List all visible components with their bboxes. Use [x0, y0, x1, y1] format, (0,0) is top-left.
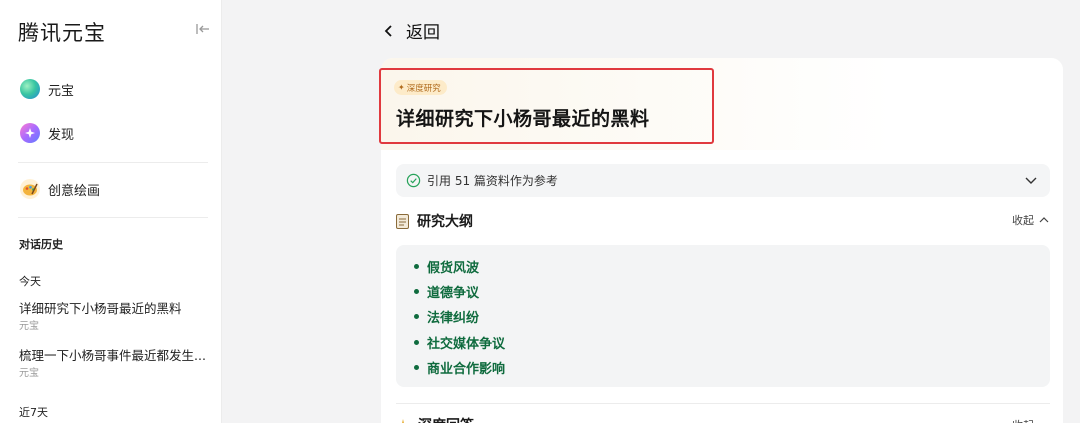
outline-header: 研究大纲: [396, 211, 473, 231]
bullet-dot: [414, 314, 419, 319]
outline-item: 商业合作影响: [414, 358, 505, 377]
nav-item-yuanbao[interactable]: 元宝: [20, 78, 74, 100]
collapse-label: 收起: [1012, 214, 1034, 227]
references-bar[interactable]: 引用 51 篇资料作为参考: [396, 164, 1050, 197]
chevron-up-icon: [1039, 217, 1049, 223]
outline-item: 社交媒体争议: [414, 333, 505, 352]
collapse-answer-button[interactable]: 收起: [1012, 417, 1034, 423]
bullet-dot: [414, 340, 419, 345]
divider: [18, 162, 208, 163]
chevron-down-icon[interactable]: [1024, 174, 1038, 186]
sidebar: 腾讯元宝 元宝 发现 创意绘画 对话历史 今天 详细研究下小杨哥最近的黑料 元宝…: [0, 0, 222, 423]
references-label: 引用 51 篇资料作为参考: [427, 174, 558, 188]
back-button[interactable]: 返回: [384, 18, 440, 43]
highlight-box: [379, 68, 714, 144]
history-item-source: 元宝: [19, 368, 39, 379]
collapse-sidebar-icon[interactable]: [193, 19, 213, 39]
outline-item: 法律纠纷: [414, 307, 479, 326]
divider: [18, 217, 208, 218]
discover-icon: [20, 123, 40, 143]
history-item-title[interactable]: 详细研究下小杨哥最近的黑料: [19, 298, 209, 317]
back-label: 返回: [406, 23, 440, 43]
history-item-source: 元宝: [19, 321, 39, 332]
deep-answer-title: 深度回答: [418, 415, 474, 423]
outline-item: 道德争议: [414, 282, 479, 301]
outline-item-label: 假货风波: [427, 261, 480, 276]
bullet-dot: [414, 365, 419, 370]
outline-item: 假货风波: [414, 257, 479, 276]
collapse-outline-button[interactable]: 收起: [1012, 212, 1049, 228]
outline-item-label: 法律纠纷: [427, 311, 480, 326]
history-header: 对话历史: [19, 238, 63, 251]
outline-item-label: 商业合作影响: [427, 362, 506, 377]
bullet-dot: [414, 264, 419, 269]
nav-label: 发现: [48, 127, 75, 143]
outline-item-label: 社交媒体争议: [427, 337, 506, 352]
paint-palette-icon: [20, 179, 40, 199]
nav-label: 元宝: [48, 83, 75, 99]
nav-label: 创意绘画: [48, 183, 101, 199]
history-item-title[interactable]: 梳理一下小杨哥事件最近都发生...: [19, 345, 209, 364]
nav-item-creative-painting[interactable]: 创意绘画: [20, 178, 100, 200]
deep-answer-header: 深度回答: [396, 415, 474, 423]
nav-item-discover[interactable]: 发现: [20, 122, 74, 144]
yuanbao-logo-icon: [20, 79, 40, 99]
chevron-left-icon: [384, 24, 392, 37]
sparkle-icon: [402, 419, 404, 423]
divider: [396, 403, 1050, 404]
app-brand: 腾讯元宝: [18, 21, 106, 45]
history-group-last-7-days: 近7天: [19, 406, 48, 419]
history-group-today: 今天: [19, 275, 41, 288]
bullet-dot: [414, 289, 419, 294]
outline-title: 研究大纲: [417, 214, 473, 230]
document-icon: [396, 213, 409, 229]
outline-item-label: 道德争议: [427, 286, 480, 301]
check-circle-icon: [406, 173, 421, 188]
